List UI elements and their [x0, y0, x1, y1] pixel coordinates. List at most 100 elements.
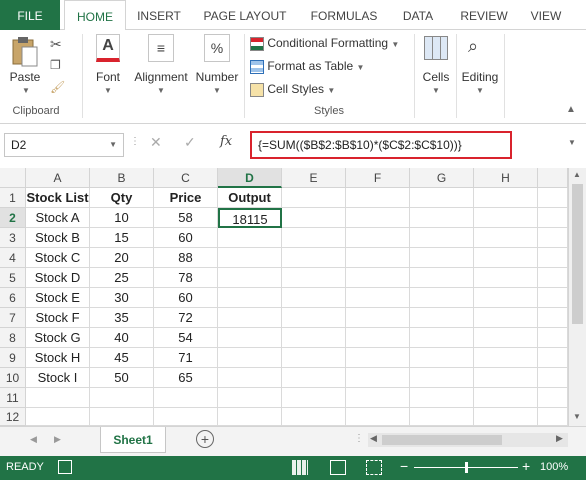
cell-d5[interactable]: [218, 268, 282, 288]
cell-d12[interactable]: [218, 408, 282, 426]
cell-g6[interactable]: [410, 288, 474, 308]
sheet-next-icon[interactable]: ▶: [54, 434, 61, 445]
cell-g1[interactable]: [410, 188, 474, 208]
cell-g10[interactable]: [410, 368, 474, 388]
scroll-up-icon[interactable]: ▲: [573, 170, 581, 179]
cell-b4[interactable]: 20: [90, 248, 154, 268]
scroll-right-icon[interactable]: ▶: [556, 433, 563, 444]
cell-b1[interactable]: Qty: [90, 188, 154, 208]
cell-c3[interactable]: 60: [154, 228, 218, 248]
row-header-3[interactable]: 3: [0, 228, 26, 248]
tab-formulas[interactable]: FORMULAS: [304, 0, 384, 30]
active-cell-d2[interactable]: 18115: [218, 208, 282, 228]
add-sheet-button[interactable]: +: [196, 430, 214, 448]
cell-f3[interactable]: [346, 228, 410, 248]
cell-f6[interactable]: [346, 288, 410, 308]
cell-c11[interactable]: [154, 388, 218, 408]
cell-h5[interactable]: [474, 268, 538, 288]
cell-i4[interactable]: [538, 248, 568, 268]
copy-icon[interactable]: ❐: [50, 58, 61, 72]
tab-review[interactable]: REVIEW: [452, 0, 516, 30]
cell-g4[interactable]: [410, 248, 474, 268]
editing-button[interactable]: ⌕ Editing ▼: [458, 34, 502, 98]
cell-h9[interactable]: [474, 348, 538, 368]
cell-i9[interactable]: [538, 348, 568, 368]
cell-g12[interactable]: [410, 408, 474, 426]
cell-a2[interactable]: Stock A: [26, 208, 90, 228]
cell-d7[interactable]: [218, 308, 282, 328]
sheet-prev-icon[interactable]: ◀: [30, 434, 37, 445]
cell-i5[interactable]: [538, 268, 568, 288]
cell-e5[interactable]: [282, 268, 346, 288]
formula-bar-dots-icon[interactable]: ⋮: [130, 136, 140, 147]
cell-g7[interactable]: [410, 308, 474, 328]
cell-c8[interactable]: 54: [154, 328, 218, 348]
column-header-a[interactable]: A: [26, 168, 90, 188]
zoom-in-icon[interactable]: +: [522, 458, 530, 474]
row-header-6[interactable]: 6: [0, 288, 26, 308]
expand-formula-icon[interactable]: ▼: [568, 138, 576, 147]
row-header-11[interactable]: 11: [0, 388, 26, 408]
tab-insert[interactable]: INSERT: [130, 0, 188, 30]
cell-c1[interactable]: Price: [154, 188, 218, 208]
cell-a8[interactable]: Stock G: [26, 328, 90, 348]
cell-a6[interactable]: Stock E: [26, 288, 90, 308]
cell-f11[interactable]: [346, 388, 410, 408]
cell-b9[interactable]: 45: [90, 348, 154, 368]
cells-button[interactable]: Cells ▼: [418, 34, 454, 98]
cell-a3[interactable]: Stock B: [26, 228, 90, 248]
horizontal-scrollbar[interactable]: ◀ ▶: [368, 433, 568, 447]
cell-e1[interactable]: [282, 188, 346, 208]
cell-g2[interactable]: [410, 208, 474, 228]
scroll-left-icon[interactable]: ◀: [370, 433, 377, 444]
cell-e12[interactable]: [282, 408, 346, 426]
cell-f10[interactable]: [346, 368, 410, 388]
cell-styles-button[interactable]: Cell Styles ▼: [250, 82, 335, 97]
cell-i3[interactable]: [538, 228, 568, 248]
cancel-icon[interactable]: ✕: [150, 134, 162, 151]
cell-h2[interactable]: [474, 208, 538, 228]
cell-e3[interactable]: [282, 228, 346, 248]
select-all-corner[interactable]: [0, 168, 26, 188]
conditional-formatting-button[interactable]: Conditional Formatting ▼: [250, 36, 399, 51]
cell-a1[interactable]: Stock List: [26, 188, 90, 208]
zoom-level[interactable]: 100%: [540, 461, 568, 473]
cell-e2[interactable]: [282, 208, 346, 228]
row-header-5[interactable]: 5: [0, 268, 26, 288]
cell-f7[interactable]: [346, 308, 410, 328]
cut-icon[interactable]: ✂: [50, 36, 62, 53]
cell-g3[interactable]: [410, 228, 474, 248]
column-header-h[interactable]: H: [474, 168, 538, 188]
cell-i2[interactable]: [538, 208, 568, 228]
cell-d1[interactable]: Output: [218, 188, 282, 208]
cell-c9[interactable]: 71: [154, 348, 218, 368]
cell-b6[interactable]: 30: [90, 288, 154, 308]
scroll-down-icon[interactable]: ▼: [573, 412, 581, 421]
cell-i11[interactable]: [538, 388, 568, 408]
scroll-thumb[interactable]: [572, 184, 583, 324]
page-break-view-icon[interactable]: [366, 460, 382, 475]
cell-c6[interactable]: 60: [154, 288, 218, 308]
cell-d11[interactable]: [218, 388, 282, 408]
column-header-f[interactable]: F: [346, 168, 410, 188]
cell-e6[interactable]: [282, 288, 346, 308]
cell-e4[interactable]: [282, 248, 346, 268]
cell-d8[interactable]: [218, 328, 282, 348]
cell-h11[interactable]: [474, 388, 538, 408]
cell-b12[interactable]: [90, 408, 154, 426]
number-button[interactable]: % Number ▼: [194, 34, 240, 98]
cell-c7[interactable]: 72: [154, 308, 218, 328]
tab-home[interactable]: HOME: [64, 0, 126, 31]
cell-a7[interactable]: Stock F: [26, 308, 90, 328]
cell-c4[interactable]: 88: [154, 248, 218, 268]
cell-f12[interactable]: [346, 408, 410, 426]
cell-f4[interactable]: [346, 248, 410, 268]
cell-g8[interactable]: [410, 328, 474, 348]
cell-h6[interactable]: [474, 288, 538, 308]
cell-h1[interactable]: [474, 188, 538, 208]
cell-h10[interactable]: [474, 368, 538, 388]
zoom-slider[interactable]: [414, 462, 518, 473]
zoom-slider-thumb[interactable]: [465, 462, 468, 473]
cell-h8[interactable]: [474, 328, 538, 348]
cell-h12[interactable]: [474, 408, 538, 426]
